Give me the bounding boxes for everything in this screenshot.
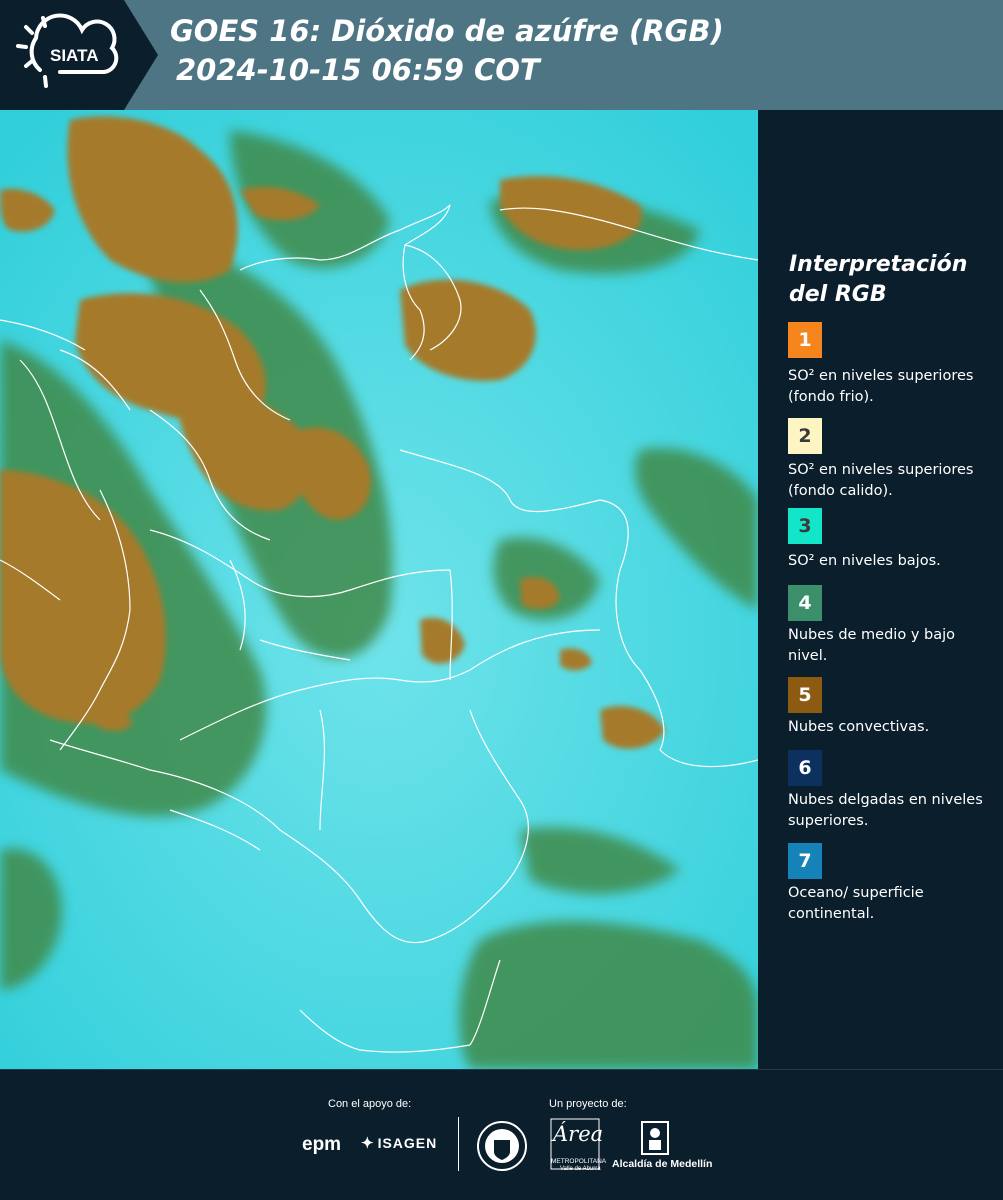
legend-swatch-4: 4 xyxy=(788,585,822,621)
footer-sponsors: Con el apoyo de: Un proyecto de: epm ✦ IS… xyxy=(0,1069,1003,1200)
siata-logo: SIATA xyxy=(0,0,158,110)
isagen-mark-icon: ✦ xyxy=(361,1135,375,1152)
legend-text-4: Nubes de medio y bajo nivel. xyxy=(788,627,955,664)
legend-title: Interpretación del RGB xyxy=(789,252,968,307)
satellite-map xyxy=(0,110,758,1069)
legend-swatch-1: 1 xyxy=(788,322,822,358)
alcaldia-shield-icon xyxy=(641,1121,669,1155)
legend-text-5: Nubes convectivas. xyxy=(788,719,930,735)
title-datetime: 2024-10-15 06:59 COT xyxy=(176,53,540,87)
siata-logo-text: SIATA xyxy=(50,46,98,65)
header-bar: SIATA GOES 16: Dióxido de azúfre (RGB) 2… xyxy=(0,0,1003,110)
legend-swatch-7: 7 xyxy=(788,843,822,879)
legend-text-3: SO² en niveles bajos. xyxy=(788,553,941,569)
footer-separator xyxy=(458,1117,459,1171)
legend-swatch-6: 6 xyxy=(788,750,822,786)
alcaldia-logo-text: Alcaldía de Medellín xyxy=(612,1158,713,1170)
area-logo-sub2: Valle de Aburrá xyxy=(560,1166,601,1172)
medellin-seal-icon xyxy=(477,1121,527,1171)
area-logo-word: Área xyxy=(553,1122,604,1146)
legend-swatch-5: 5 xyxy=(788,677,822,713)
legend-text-2: SO² en niveles superiores (fondo calido)… xyxy=(788,462,974,499)
legend-text-7: Oceano/ superficie continental. xyxy=(788,885,924,922)
rgb-legend: Interpretación del RGB 1 SO² en niveles … xyxy=(758,110,1003,1069)
legend-swatch-2: 2 xyxy=(788,418,822,454)
title-product: GOES 16: Dióxido de azúfre (RGB) xyxy=(170,14,724,48)
legend-text-1: SO² en niveles superiores (fondo frio). xyxy=(788,368,974,405)
legend-swatch-3: 3 xyxy=(788,508,822,544)
epm-logo: epm xyxy=(302,1134,342,1155)
area-logo-sub1: METROPOLITANA xyxy=(551,1158,607,1165)
project-caption: Un proyecto de: xyxy=(549,1098,627,1110)
satellite-image xyxy=(0,110,758,1069)
isagen-text: ISAGEN xyxy=(377,1135,438,1151)
support-caption: Con el apoyo de: xyxy=(328,1098,412,1110)
isagen-logo: ✦ ISAGEN xyxy=(361,1134,437,1152)
legend-text-6: Nubes delgadas en niveles superiores. xyxy=(788,792,983,829)
